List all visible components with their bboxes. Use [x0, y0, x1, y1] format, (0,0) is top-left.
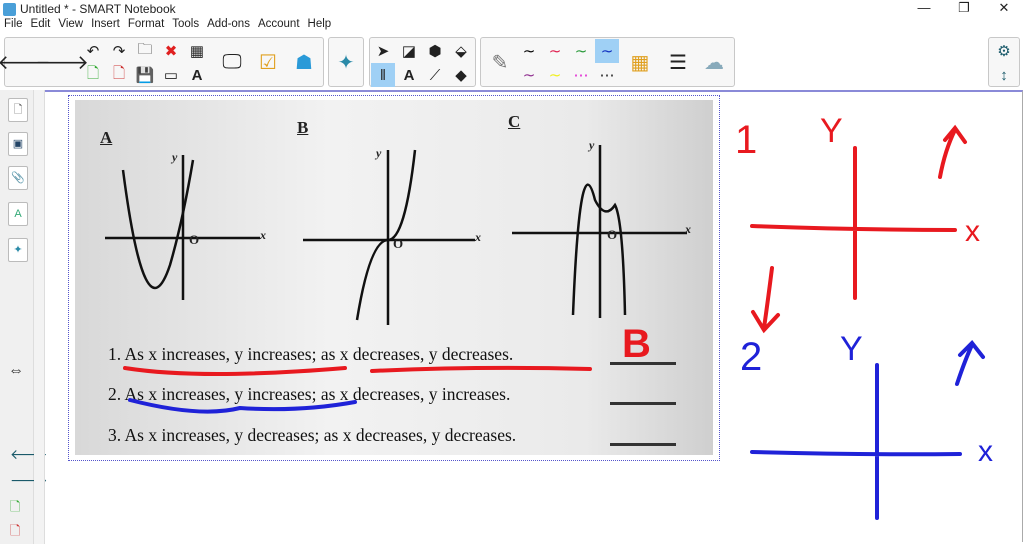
- app-icon: [3, 2, 16, 16]
- ink-y-label-1: Y: [820, 112, 843, 150]
- display-icon[interactable]: 🖵: [215, 38, 249, 86]
- move-sidebar-icon[interactable]: ⇔: [8, 362, 24, 380]
- pen-red[interactable]: ∼: [543, 39, 567, 63]
- add-page-side-icon[interactable]: 🗋: [10, 498, 20, 520]
- answer-ink-b: B: [622, 322, 651, 366]
- menu-tools[interactable]: Tools: [172, 18, 199, 34]
- response-icon[interactable]: ☑: [251, 38, 285, 86]
- ink-x-label-1: x: [965, 215, 980, 248]
- ink-number-1: 1: [735, 118, 758, 162]
- answer-blank-2[interactable]: [610, 402, 676, 405]
- menu-file[interactable]: File: [4, 18, 23, 34]
- attachments-icon[interactable]: 📎: [8, 166, 28, 190]
- pen-green[interactable]: ∼: [569, 39, 593, 63]
- table-icon[interactable]: ▦: [185, 39, 209, 63]
- maximize-button[interactable]: ❐: [944, 0, 984, 16]
- menu-edit[interactable]: Edit: [31, 18, 51, 34]
- fill-icon[interactable]: ⬢: [423, 39, 447, 63]
- open-file-icon[interactable]: 🗀: [133, 39, 157, 63]
- graph-a-y-label: y: [172, 150, 178, 164]
- addon-icon[interactable]: ☗: [287, 38, 321, 86]
- statement-2: 2. As x increases, y increases; as x dec…: [108, 384, 511, 404]
- shapes-icon[interactable]: ◪: [397, 39, 421, 63]
- menu-account[interactable]: Account: [258, 18, 300, 34]
- delete-page-icon[interactable]: 🗋: [107, 63, 131, 87]
- menu-format[interactable]: Format: [128, 18, 164, 34]
- sidebar: 🗋 ▣ 📎 A ✦ ⇔ 🡐 🡒 🗋 🗋: [0, 90, 48, 544]
- line-icon[interactable]: ⟋: [423, 63, 447, 87]
- pen-black-dashed[interactable]: ⋯: [595, 63, 619, 87]
- statement-3: 3. As x increases, y decreases; as x dec…: [108, 425, 517, 445]
- pen-magenta-dashed[interactable]: ⋯: [569, 63, 593, 87]
- paint-bucket-icon[interactable]: ⬙: [449, 39, 473, 63]
- toolbar-position-icon[interactable]: ↕: [992, 63, 1016, 87]
- text-format-icon[interactable]: A: [185, 63, 209, 87]
- ink-number-2: 2: [740, 335, 763, 379]
- ink-y-label-2: Y: [840, 330, 863, 368]
- undo-icon[interactable]: ↶: [81, 39, 105, 63]
- gallery-icon[interactable]: ✦: [329, 38, 363, 86]
- pen-effects-icon[interactable]: ☁: [697, 38, 731, 86]
- forward-page-icon[interactable]: 🡒: [35, 38, 89, 86]
- addons-tab-icon[interactable]: ✦: [8, 238, 28, 262]
- graph-a-x-label: x: [260, 228, 266, 242]
- graph-c-x-label: x: [685, 222, 691, 236]
- close-button[interactable]: ✕: [984, 0, 1024, 16]
- graphs: [105, 145, 687, 325]
- graph-b-y-label: y: [376, 146, 382, 160]
- ink-x-label-2: x: [978, 435, 993, 468]
- pens-icon[interactable]: ǁ: [371, 63, 395, 87]
- pen-icon[interactable]: ✎: [483, 38, 517, 86]
- pen-blue[interactable]: ∼: [595, 39, 619, 63]
- toolbar: 🡐 🡒 ↶ ↷ 🗀 ✖ ▦ 🗋 🗋 💾 ▭ A 🖵 ☑ ☗ ✦ ➤ ◪ ⬢ ⬙ …: [0, 37, 1024, 89]
- save-icon[interactable]: 💾: [133, 63, 157, 87]
- graph-b-x-label: x: [475, 230, 481, 244]
- delete-page-side-icon[interactable]: 🗋: [10, 522, 20, 544]
- eraser-icon[interactable]: ◆: [449, 63, 473, 87]
- redo-icon[interactable]: ↷: [107, 39, 131, 63]
- window-title: Untitled * - SMART Notebook: [20, 2, 176, 16]
- line-style-icon[interactable]: ☰: [661, 38, 695, 86]
- screen-shade-icon[interactable]: ▭: [159, 63, 183, 87]
- menu-insert[interactable]: Insert: [91, 18, 120, 34]
- page-sorter-icon[interactable]: 🗋: [8, 98, 28, 122]
- select-icon[interactable]: ➤: [371, 39, 395, 63]
- menu-addons[interactable]: Add-ons: [207, 18, 250, 34]
- title-bar: Untitled * - SMART Notebook — ❐ ✕: [0, 0, 1024, 18]
- graph-b-origin: O: [393, 236, 404, 251]
- answer-blank-3[interactable]: [610, 443, 676, 446]
- worksheet-image[interactable]: A B C O O O x x x y y y 1. As x increase…: [75, 100, 713, 455]
- menu-help[interactable]: Help: [308, 18, 332, 34]
- color-palette-icon[interactable]: ▦: [623, 38, 657, 86]
- pen-black[interactable]: ∼: [517, 39, 541, 63]
- graph-b-curve: [355, 149, 417, 321]
- pen-yellow[interactable]: ∼: [543, 63, 567, 87]
- gallery-tab-icon[interactable]: ▣: [8, 132, 28, 156]
- minimize-button[interactable]: —: [904, 0, 944, 16]
- properties-icon[interactable]: A: [8, 202, 28, 226]
- menu-bar: File Edit View Insert Format Tools Add-o…: [0, 18, 331, 34]
- settings-gear-icon[interactable]: ⚙: [992, 39, 1016, 63]
- sidebar-scrollbar[interactable]: [34, 90, 45, 544]
- graph-a-origin: O: [189, 232, 200, 247]
- delete-icon[interactable]: ✖: [159, 39, 183, 63]
- statement-1: 1. As x increases, y increases; as x dec…: [108, 344, 514, 364]
- add-page-icon[interactable]: 🗋: [81, 63, 105, 87]
- menu-view[interactable]: View: [58, 18, 83, 34]
- graph-c-origin: O: [607, 227, 618, 242]
- graph-c-y-label: y: [589, 138, 595, 152]
- text-icon[interactable]: A: [397, 63, 421, 87]
- pen-purple[interactable]: ∼: [517, 63, 541, 87]
